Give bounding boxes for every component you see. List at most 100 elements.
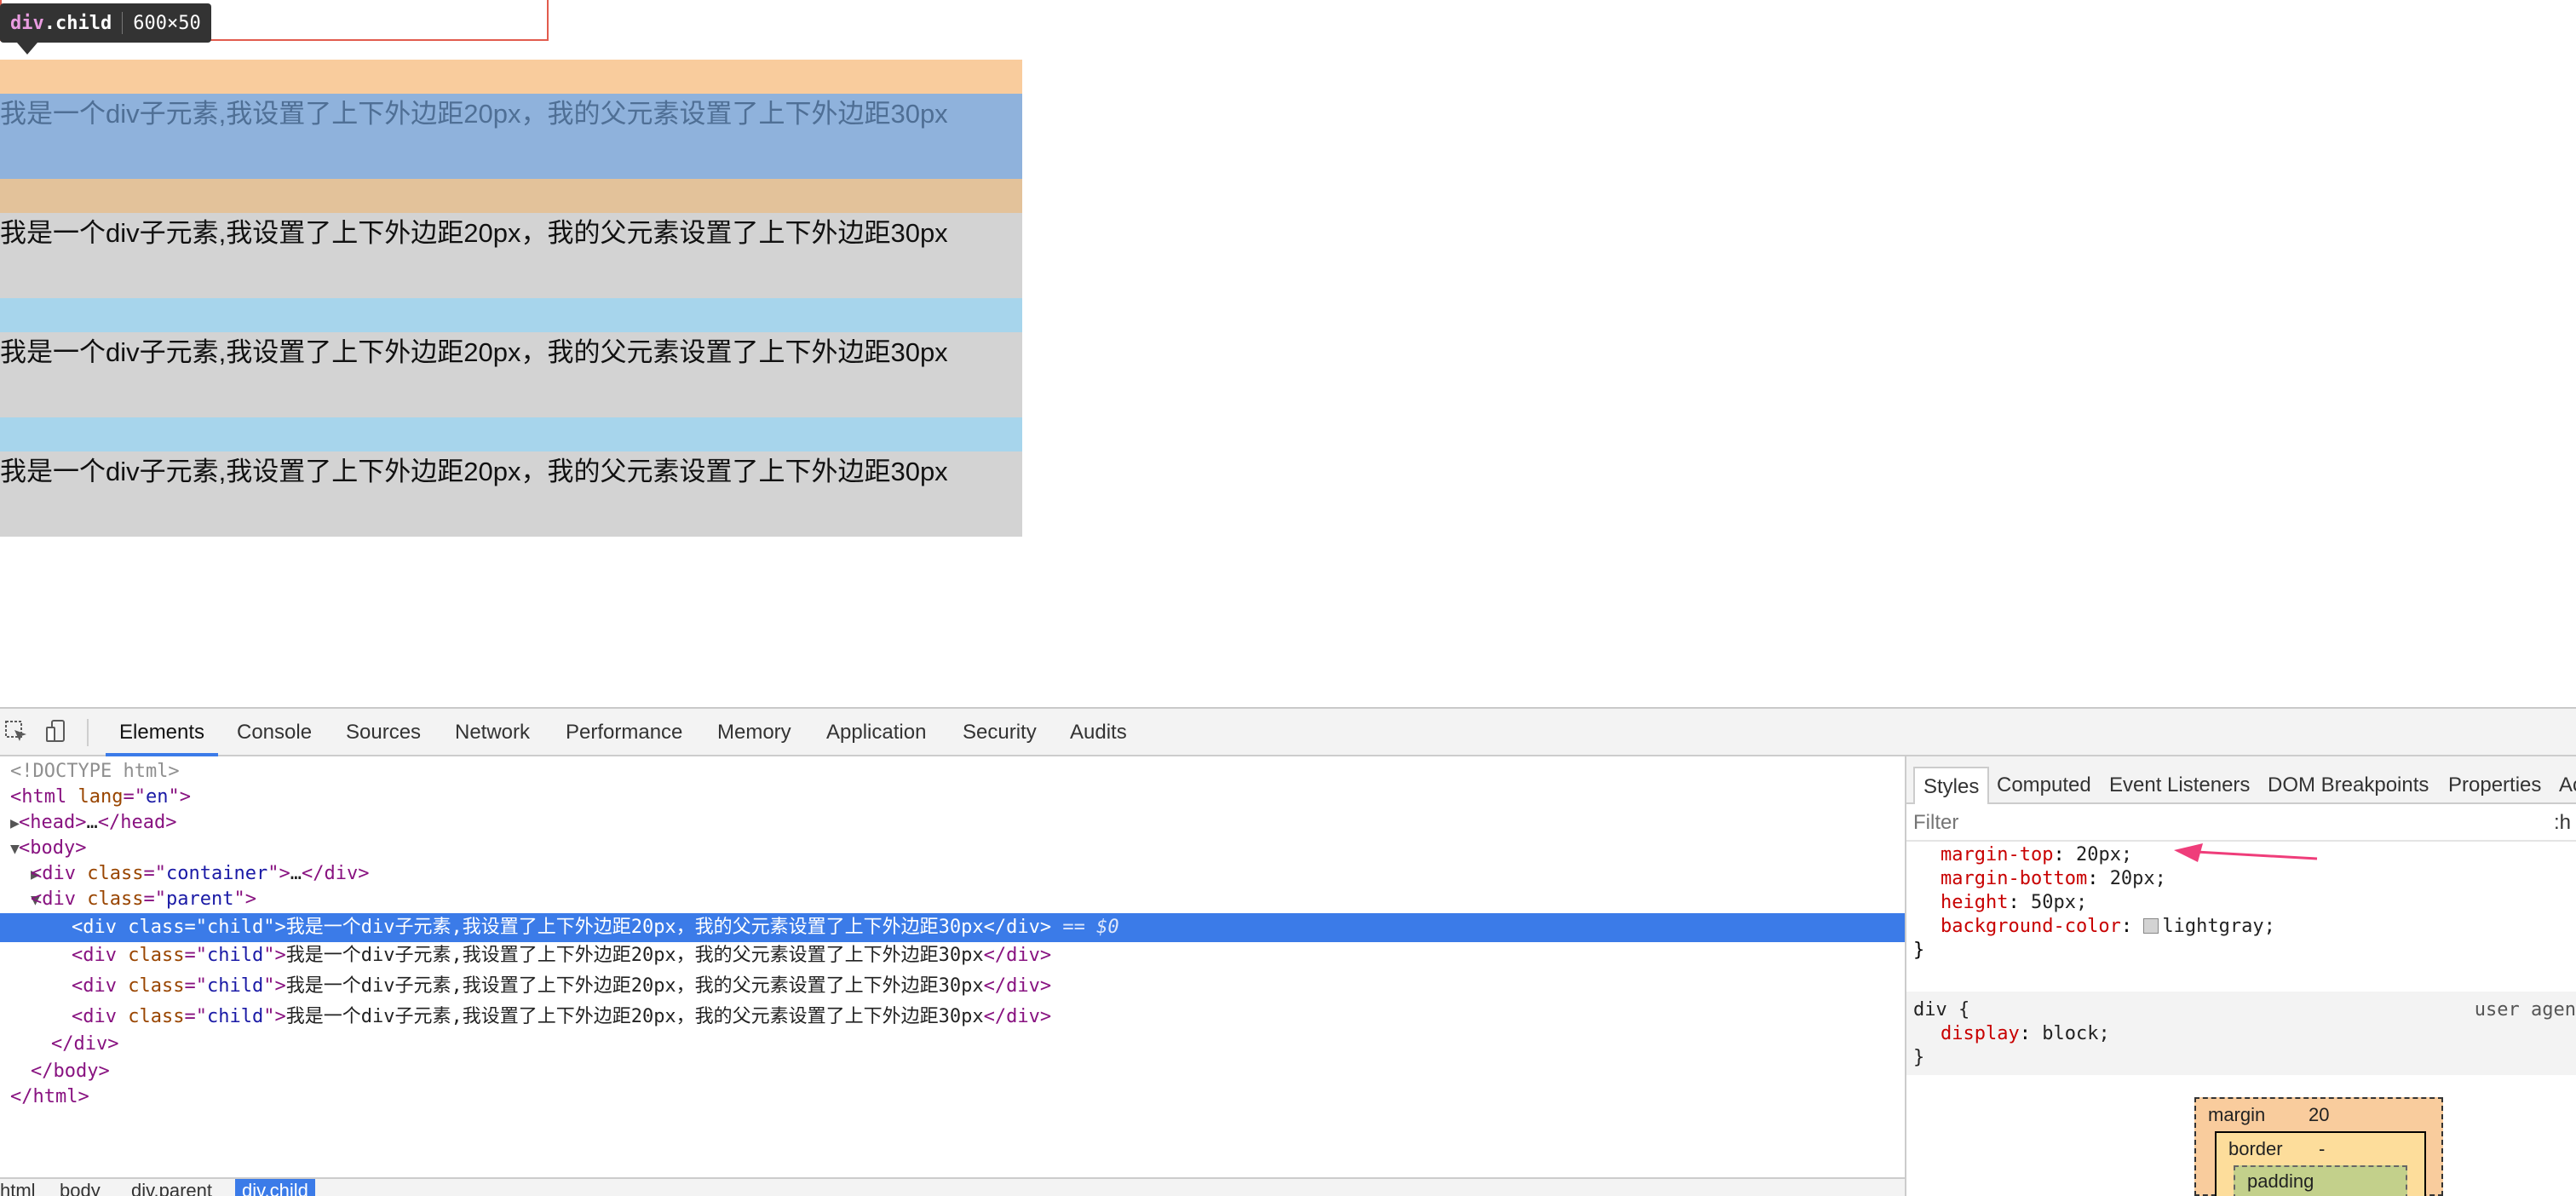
tooltip-size: 600×50 [133,12,201,34]
div-close-tag: div [1006,975,1040,997]
div-tag: div [42,888,76,910]
dom-line-html[interactable]: <html lang="en"> [0,784,1905,811]
device-toolbar-icon[interactable] [44,719,70,745]
styles-filter-input[interactable] [1913,806,2424,840]
style-decl-height[interactable]: height: 50px; [1941,891,2087,915]
child-class-value: child [206,1006,264,1027]
styles-filter-bar: :h [1906,806,2576,842]
container-class-value: container [165,863,268,884]
expand-triangle-icon[interactable]: ▶ [0,861,40,888]
tab-audits[interactable]: Audits [1070,709,1127,756]
class-attr: class [128,975,185,997]
parent-class-value: parent [165,888,234,910]
crumb-div-parent[interactable]: div.parent [124,1179,219,1196]
box-model-margin: margin 20 border - padding [2194,1097,2443,1196]
style-decl-margin-bottom[interactable]: margin-bottom: 20px; [1941,867,2166,891]
child-class-value: child [206,917,264,938]
child-node-text: 我是一个div子元素,我设置了上下外边距20px，我的父元素设置了上下外边距30… [285,945,984,966]
devtools-tabbar: Elements Console Sources Network Perform… [0,709,2576,756]
tab-sources[interactable]: Sources [346,709,421,756]
child-text-4: 我是一个div子元素,我设置了上下外边距20px，我的父元素设置了上下外边距30… [0,457,948,486]
dom-line-doctype[interactable]: <!DOCTYPE html> [0,758,1905,785]
tab-performance[interactable]: Performance [566,709,682,756]
dom-line-parent[interactable]: ▼<div class="parent"> [0,886,1905,913]
child-text-1: 我是一个div子元素,我设置了上下外边距20px，我的父元素设置了上下外边距30… [0,99,948,129]
style-decl-margin-top[interactable]: margin-top: 20px; [1941,843,2132,867]
prop-value: 20px; [2075,844,2133,865]
html-tag: html [21,786,67,808]
prop-name: height [1941,892,2009,913]
dom-line-parent-close[interactable]: </div> [0,1031,1905,1058]
class-attr: class [87,888,144,910]
prop-name: margin-bottom [1941,868,2088,889]
tab-dom-breakpoints[interactable]: DOM Breakpoints [2268,767,2429,804]
tab-security[interactable]: Security [963,709,1037,756]
dom-line-child-2[interactable]: <div class="child">我是一个div子元素,我设置了上下外边距2… [0,942,1905,969]
child-node-text: 我是一个div子元素,我设置了上下外边距20px，我的父元素设置了上下外边距30… [285,975,984,997]
tab-styles[interactable]: Styles [1913,767,1990,804]
crumb-html[interactable]: html [0,1179,43,1196]
head-close-tag: head [120,812,166,833]
hover-state-toggle[interactable]: :h [2554,811,2571,835]
style-rule-child: margin-top: 20px; margin-bottom: 20px; h… [1906,843,2576,980]
box-model-margin-value[interactable]: 20 [2309,1104,2329,1126]
div-tag: div [83,975,117,997]
expand-triangle-icon[interactable]: ▶ [0,810,20,837]
collapse-triangle-icon[interactable]: ▼ [0,887,40,914]
screen: div .child 600×50 我是一个div子元素,我设置了上下外边距20p… [0,0,2576,1196]
ua-origin-label: user agen [2474,999,2576,1021]
box-model-padding: padding [2234,1165,2407,1196]
inspect-element-icon[interactable] [3,719,29,745]
child-text-2: 我是一个div子元素,我设置了上下外边距20px，我的父元素设置了上下外边距30… [0,218,948,248]
margin-overlay-top [0,60,1022,94]
div-close-tag: div [1006,917,1040,938]
crumb-div-child[interactable]: div.child [235,1179,315,1196]
html-close-tag: html [32,1086,78,1107]
child-class-value: child [206,945,264,966]
gap-band-1 [0,298,1022,332]
tab-application[interactable]: Application [826,709,926,756]
class-attr: class [87,863,144,884]
style-rule-user-agent: div { user agen display: block; } [1906,992,2576,1075]
dom-line-container[interactable]: ▶<div class="container">…</div> [0,860,1905,888]
div-tag: div [83,1006,117,1027]
tab-console[interactable]: Console [237,709,312,756]
color-swatch-icon[interactable] [2143,918,2159,934]
box-model-padding-label: padding [2247,1170,2314,1192]
element-tooltip: div .child 600×50 [0,3,211,43]
dom-line-head[interactable]: ▶<head>…</head> [0,809,1905,837]
class-attr: class [128,1006,185,1027]
div-close-tag: div [1006,1006,1040,1027]
prop-name: display [1941,1023,2020,1044]
dom-line-html-close[interactable]: </html> [0,1084,1905,1111]
doctype-text: <!DOCTYPE html> [10,761,180,782]
rule-close-brace: } [1913,940,1925,961]
style-decl-display[interactable]: display: block; [1941,1022,2110,1046]
html-lang-attr: lang [78,786,124,808]
class-attr: class [128,917,185,938]
tab-computed[interactable]: Computed [1997,767,2091,804]
box-model-border-label: border [2228,1138,2283,1159]
tab-memory[interactable]: Memory [717,709,791,756]
tab-event-listeners[interactable]: Event Listeners [2109,767,2250,804]
tab-properties[interactable]: Properties [2448,767,2541,804]
box-model-border-value[interactable]: - [2319,1138,2325,1160]
dom-line-child-selected[interactable]: <div class="child">我是一个div子元素,我设置了上下外边距2… [0,913,1905,942]
annotation-arrow-icon [2174,843,2318,862]
style-decl-background-color[interactable]: background-color: lightgray; [1941,915,2275,939]
tab-accessibility[interactable]: Ac [2559,767,2576,804]
crumb-body[interactable]: body [53,1179,107,1196]
tab-network[interactable]: Network [455,709,530,756]
tab-elements[interactable]: Elements [106,709,219,756]
dom-line-child-3[interactable]: <div class="child">我是一个div子元素,我设置了上下外边距2… [0,973,1905,1000]
breadcrumb: html body div.parent div.child [0,1177,1905,1196]
class-attr: class [128,945,185,966]
dom-line-child-4[interactable]: <div class="child">我是一个div子元素,我设置了上下外边距2… [0,1003,1905,1031]
box-model-border: border - padding [2215,1131,2426,1196]
dom-line-body[interactable]: ▼<body> [0,835,1905,862]
collapse-triangle-icon[interactable]: ▼ [0,836,20,863]
div-tag: div [42,863,76,884]
dom-line-body-close[interactable]: </body> [0,1058,1905,1085]
styles-tabbar: Styles Computed Event Listeners DOM Brea… [1906,756,2576,804]
prop-value: 20px; [2109,868,2166,889]
